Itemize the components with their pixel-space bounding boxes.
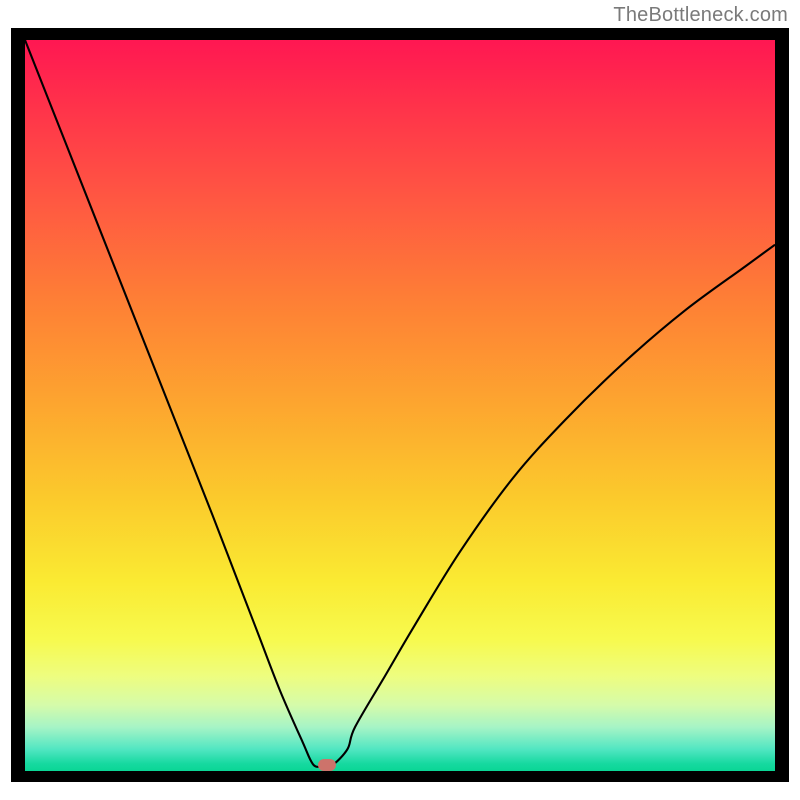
bottleneck-curve: [25, 40, 775, 767]
watermark-text: TheBottleneck.com: [613, 4, 788, 27]
curve-svg: [25, 40, 775, 771]
plot-area: [25, 40, 775, 771]
bottleneck-chart: TheBottleneck.com: [0, 0, 800, 800]
minimum-marker: [318, 759, 336, 771]
